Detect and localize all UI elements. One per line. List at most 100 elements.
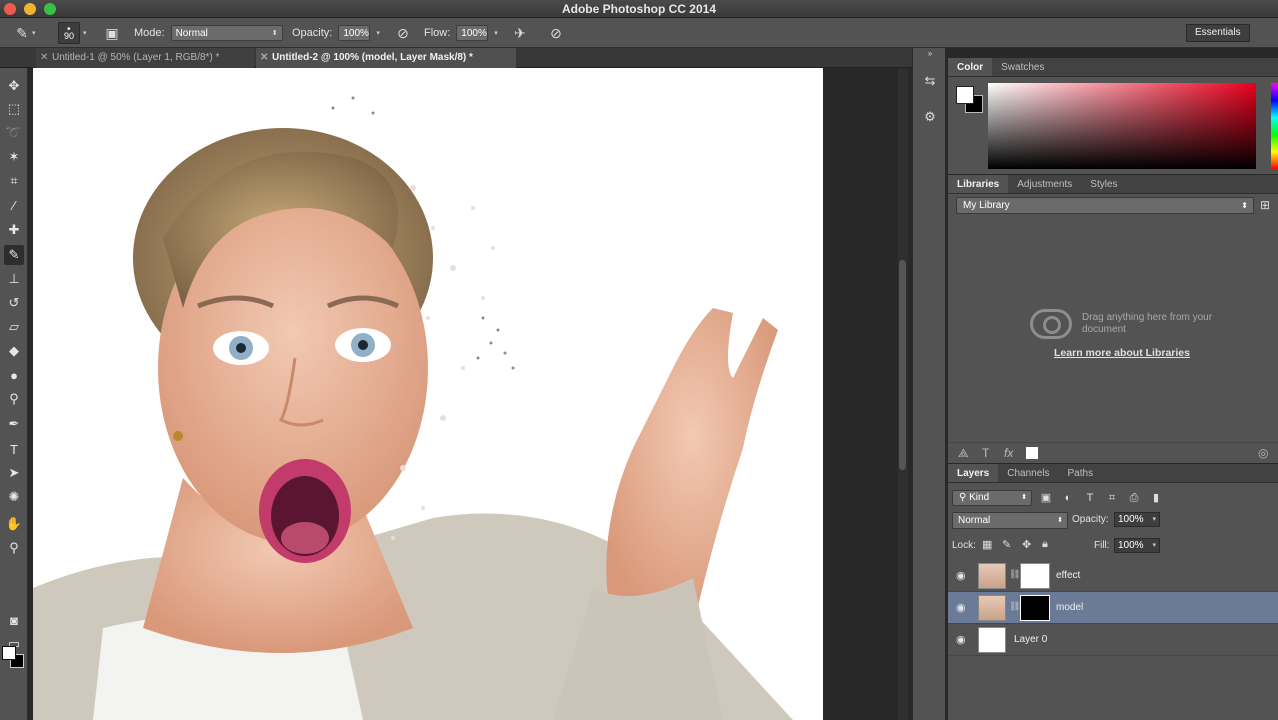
collapse-arrows-icon[interactable]: » [921, 48, 939, 58]
layer-row-model[interactable]: ◉ ⛓ model [948, 592, 1278, 624]
visibility-eye-icon[interactable]: ◉ [956, 633, 966, 646]
learn-more-link[interactable]: Learn more about Libraries [948, 347, 1278, 359]
tab-layers[interactable]: Layers [948, 464, 999, 482]
pen-tool-icon[interactable]: ✒ [4, 414, 24, 434]
healing-brush-tool-icon[interactable]: ✚ [4, 220, 24, 240]
marquee-tool-icon[interactable]: ⬚ [4, 99, 24, 119]
tab-color[interactable]: Color [948, 58, 993, 76]
model-photo [33, 96, 793, 720]
filter-toggle-icon[interactable]: ▮ [1148, 490, 1164, 506]
close-icon[interactable]: ✕ [40, 48, 48, 68]
document-canvas[interactable] [33, 68, 823, 720]
brush-size-picker[interactable]: 90 [58, 17, 80, 44]
pressure-size-icon[interactable]: ⊘ [546, 23, 566, 43]
fill-value: 100% [1118, 540, 1144, 551]
mask-link-icon[interactable]: ⛓ [1009, 601, 1020, 612]
scrollbar-thumb[interactable] [899, 260, 906, 470]
layer-opacity-label: Opacity: [1072, 514, 1109, 525]
eraser-tool-icon[interactable]: ▱ [4, 317, 24, 337]
flow-slider-toggle[interactable]: ▾ [494, 29, 498, 37]
opacity-slider-toggle[interactable]: ▾ [376, 29, 380, 37]
blend-mode-dropdown[interactable]: Normal ⬍ [952, 512, 1068, 529]
history-panel-icon[interactable]: ⇆ [921, 72, 939, 90]
opacity-label: Opacity: [292, 27, 333, 39]
doc-tab-untitled-1[interactable]: ✕ Untitled-1 @ 50% (Layer 1, RGB/8*) * [36, 48, 254, 68]
filter-adjustment-icon[interactable]: ◐ [1060, 490, 1076, 506]
color-spectrum-field[interactable] [988, 83, 1256, 169]
tab-channels[interactable]: Channels [998, 464, 1058, 482]
layer-mask-thumbnail[interactable] [1020, 595, 1050, 621]
filter-pixel-icon[interactable]: ▣ [1038, 490, 1054, 506]
libraries-panel: Libraries Adjustments Styles My Library … [948, 175, 1278, 463]
tab-adjustments[interactable]: Adjustments [1008, 175, 1081, 193]
doc-tab-untitled-2[interactable]: ✕ Untitled-2 @ 100% (model, Layer Mask/8… [256, 48, 516, 68]
tab-styles[interactable]: Styles [1081, 175, 1126, 193]
lasso-tool-icon[interactable]: ➰ [4, 123, 24, 143]
add-character-style-icon[interactable]: T [982, 446, 989, 460]
eyedropper-tool-icon[interactable]: ⁄ [4, 195, 24, 215]
visibility-eye-icon[interactable]: ◉ [956, 601, 966, 614]
mask-link-icon[interactable]: ⛓ [1009, 569, 1020, 580]
chevron-down-icon[interactable]: ▾ [1152, 539, 1156, 552]
blur-tool-icon[interactable]: ● [4, 365, 24, 385]
airbrush-icon[interactable]: ✈ [510, 23, 530, 43]
flow-label: Flow: [424, 27, 451, 39]
dodge-tool-icon[interactable]: ⚲ [4, 389, 24, 409]
clone-stamp-tool-icon[interactable]: ⊥ [4, 269, 24, 289]
paint-bucket-tool-icon[interactable]: ◆ [4, 341, 24, 361]
fill-input[interactable]: 100% ▾ [1114, 538, 1160, 553]
brush-tool-icon[interactable]: ✎ [4, 245, 24, 265]
layer-mask-thumbnail[interactable] [1020, 563, 1050, 589]
quick-selection-tool-icon[interactable]: ✶ [4, 147, 24, 167]
brush-tool-preset-icon[interactable]: ✎ [12, 23, 32, 43]
brush-panel-toggle-icon[interactable]: ▣ [102, 23, 122, 43]
layer-row-layer-0[interactable]: ◉ Layer 0 [948, 624, 1278, 656]
library-selector[interactable]: My Library ⬍ [956, 197, 1254, 214]
grid-view-icon[interactable]: ⊞ [1260, 198, 1274, 212]
opacity-input[interactable]: 100% [338, 25, 371, 41]
zoom-tool-icon[interactable]: ⚲ [4, 538, 24, 558]
history-brush-tool-icon[interactable]: ↺ [4, 293, 24, 313]
chevron-down-icon[interactable]: ▾ [32, 29, 36, 37]
layer-opacity-input[interactable]: 100% ▾ [1114, 512, 1160, 527]
tab-paths[interactable]: Paths [1059, 464, 1103, 482]
document-tabs: ✕ Untitled-1 @ 50% (Layer 1, RGB/8*) * ✕… [0, 48, 912, 68]
window-title: Adobe Photoshop CC 2014 [561, 2, 716, 16]
crop-tool-icon[interactable]: ⌗ [4, 171, 24, 191]
sync-icon[interactable]: ◎ [1258, 446, 1268, 460]
workspace-switcher[interactable]: Essentials [1186, 24, 1250, 42]
close-icon[interactable]: ✕ [260, 48, 268, 68]
filter-smart-object-icon[interactable]: ⎙ [1126, 490, 1142, 506]
visibility-eye-icon[interactable]: ◉ [956, 569, 966, 582]
custom-shape-tool-icon[interactable]: ✺ [4, 487, 24, 507]
mode-value: Normal [175, 27, 208, 39]
filter-shape-icon[interactable]: ⌗ [1104, 490, 1120, 506]
tab-swatches[interactable]: Swatches [992, 58, 1053, 76]
filter-kind-dropdown[interactable]: ⚲ Kind ⬍ [952, 490, 1032, 506]
foreground-color-swatch[interactable] [956, 86, 974, 104]
tab-libraries[interactable]: Libraries [948, 175, 1009, 193]
mode-dropdown[interactable]: Normal ⬍ [170, 25, 283, 41]
flow-input[interactable]: 100% [456, 25, 489, 41]
type-tool-icon[interactable]: T [4, 439, 24, 459]
properties-panel-icon[interactable]: ⚙ [921, 108, 939, 126]
hand-tool-icon[interactable]: ✋ [4, 514, 24, 534]
lock-image-pixels-icon[interactable]: ✎ [1002, 538, 1011, 551]
hue-slider[interactable] [1271, 83, 1278, 169]
quick-mask-icon[interactable]: ◙ [4, 610, 24, 630]
add-graphic-icon[interactable]: ⟁ [958, 446, 969, 461]
add-layer-style-icon[interactable]: fx [1004, 446, 1013, 460]
lock-all-icon[interactable]: 🔒︎ [1042, 538, 1048, 551]
chevron-down-icon[interactable]: ▾ [83, 29, 87, 37]
lock-position-icon[interactable]: ✥ [1022, 538, 1031, 551]
pressure-opacity-icon[interactable]: ⊘ [393, 23, 413, 43]
layer-row-effect[interactable]: ◉ ⛓ effect [948, 560, 1278, 592]
foreground-color-swatch[interactable] [2, 646, 16, 660]
move-tool-icon[interactable]: ✥ [4, 76, 24, 96]
tools-panel: ✥ ⬚ ➰ ✶ ⌗ ⁄ ✚ ✎ ⊥ ↺ ▱ ◆ ● ⚲ ✒ T ➤ ✺ ✋ ⚲ … [0, 68, 28, 720]
filter-type-icon[interactable]: T [1082, 490, 1098, 506]
add-color-icon[interactable] [1026, 447, 1038, 459]
path-selection-tool-icon[interactable]: ➤ [4, 463, 24, 483]
lock-transparent-pixels-icon[interactable]: ▦ [982, 538, 992, 551]
chevron-down-icon[interactable]: ▾ [1152, 513, 1156, 526]
